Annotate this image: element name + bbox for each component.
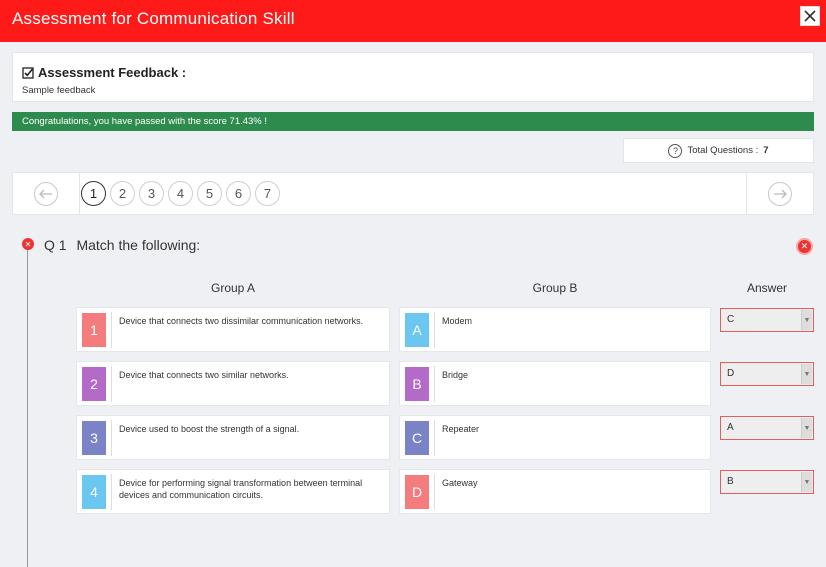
page-button-5[interactable]: 5 [197,181,222,206]
page-numbers: 1 2 3 4 5 6 7 [81,181,284,206]
answer-select-3[interactable]: A ▼ [720,416,814,440]
feedback-text: Sample feedback [22,85,96,96]
item-tag: 3 [82,421,106,455]
question-icon: ? [668,143,683,158]
divider [434,420,435,456]
answer-header: Answer [746,281,787,295]
answer-select-4[interactable]: B ▼ [720,470,814,494]
previous-button[interactable] [13,173,80,214]
feedback-card: Assessment Feedback : Sample feedback [12,52,814,102]
group-a-item: 4 Device for performing signal transform… [76,469,390,514]
chevron-down-icon: ▼ [801,418,812,438]
answer-value: A [727,422,734,433]
divider [111,366,112,402]
incorrect-dot-icon: ✕ [22,238,34,250]
page-button-2[interactable]: 2 [110,181,135,206]
item-text: Device that connects two similar network… [119,370,289,380]
group-a-item: 1 Device that connects two dissimilar co… [76,307,390,352]
divider [434,366,435,402]
divider [434,312,435,348]
divider [111,420,112,456]
question-number: Q 1 [44,237,67,253]
incorrect-status-icon: ✕ [796,238,813,255]
chevron-down-icon: ▼ [801,472,812,492]
group-b-header: Group B [532,281,578,295]
item-tag: 4 [82,475,106,509]
answer-select-2[interactable]: D ▼ [720,362,814,386]
item-text: Modem [442,316,473,326]
group-a-header: Group A [210,281,256,295]
group-b-item: B Bridge [399,361,711,406]
feedback-heading: Assessment Feedback : [22,65,186,80]
arrow-left-icon [34,181,58,206]
next-button[interactable] [746,173,813,214]
answer-value: D [727,368,735,379]
answer-select-1[interactable]: C ▼ [720,308,814,332]
chevron-down-icon: ▼ [801,364,812,384]
divider [111,474,112,510]
question-title: Q 1 Match the following: [44,237,200,253]
answer-value: B [727,476,734,487]
item-tag: 1 [82,313,106,347]
page-button-1[interactable]: 1 [81,181,106,206]
group-b-item: A Modem [399,307,711,352]
item-tag: A [405,313,429,347]
group-a-item: 2 Device that connects two similar netwo… [76,361,390,406]
total-questions-value: 7 [763,145,769,156]
close-icon [804,10,816,22]
chevron-down-icon: ▼ [801,310,812,330]
question-pager: 1 2 3 4 5 6 7 [12,172,814,215]
feedback-heading-text: Assessment Feedback : [38,65,187,80]
divider [434,474,435,510]
item-text: Device used to boost the strength of a s… [119,424,300,434]
close-button[interactable] [800,6,820,26]
item-text: Repeater [442,424,480,434]
page-button-3[interactable]: 3 [139,181,164,206]
window-title: Assessment for Communication Skill [12,9,295,28]
item-tag: B [405,367,429,401]
checkbox-checked-icon [22,66,34,79]
item-tag: 2 [82,367,106,401]
title-bar: Assessment for Communication Skill [0,0,826,42]
item-text: Device that connects two dissimilar comm… [119,316,364,326]
answer-value: C [727,314,735,325]
page-button-6[interactable]: 6 [226,181,251,206]
group-b-item: D Gateway [399,469,711,514]
item-text: Device for performing signal transformat… [119,478,363,500]
group-a-item: 3 Device used to boost the strength of a… [76,415,390,460]
question-text: Match the following: [76,237,201,253]
total-questions-label: Total Questions : [687,145,759,156]
item-text: Gateway [442,478,478,488]
page-button-4[interactable]: 4 [168,181,193,206]
divider [111,312,112,348]
page-button-7[interactable]: 7 [255,181,280,206]
timeline-line [27,249,28,567]
item-text: Bridge [442,370,469,380]
item-tag: D [405,475,429,509]
total-questions: ? Total Questions : 7 [623,138,814,163]
result-banner: Congratulations, you have passed with th… [12,112,814,131]
arrow-right-icon [768,181,792,206]
group-b-item: C Repeater [399,415,711,460]
item-tag: C [405,421,429,455]
